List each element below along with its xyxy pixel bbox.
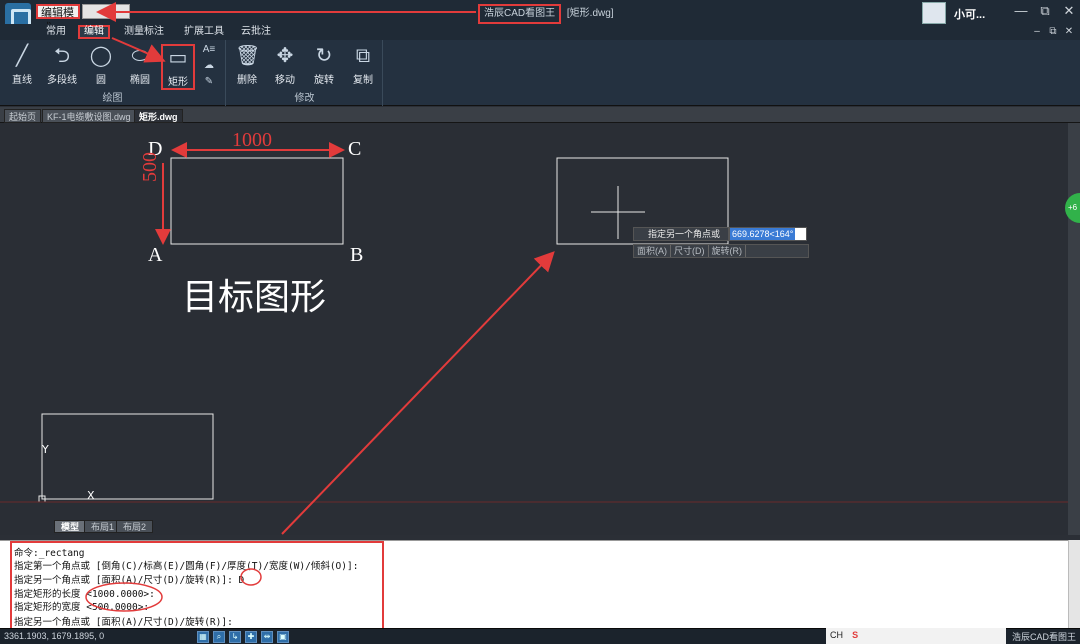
cursor-coordinates: 3361.1903, 1679.1895, 0 bbox=[4, 631, 105, 641]
target-caption: 目标图形 bbox=[182, 277, 327, 318]
line-icon: ╱ bbox=[15, 45, 29, 67]
polyline-icon: ⮌ bbox=[53, 45, 71, 67]
cloud-icon[interactable]: ☁ bbox=[202, 60, 216, 72]
ucs-frame bbox=[41, 413, 214, 500]
ime-indicator[interactable]: CH bbox=[830, 630, 843, 640]
text-icon[interactable]: A≡ bbox=[202, 44, 216, 56]
option-dimensions[interactable]: 尺寸(D) bbox=[671, 245, 709, 257]
window-title: 浩辰CAD看图王 [矩形.dwg] bbox=[478, 4, 614, 24]
label-c: C bbox=[348, 138, 362, 160]
vertical-scrollbar[interactable] bbox=[1068, 123, 1080, 535]
dynamic-options: 面积(A) 尺寸(D) 旋转(R) bbox=[633, 244, 809, 258]
tab-extend-tools[interactable]: 扩展工具 bbox=[180, 25, 228, 39]
app-name: 浩辰CAD看图王 bbox=[478, 4, 562, 24]
minimize-button[interactable]: — bbox=[1012, 3, 1030, 19]
ribbon-tabs: 常用 编辑 测量标注 扩展工具 云批注 – ⧉ ✕ bbox=[0, 24, 1080, 40]
ellipse-tool-button[interactable]: ⬭ 椭圆 bbox=[121, 44, 159, 88]
cad-viewer-app: 编辑模式 浩辰CAD看图王 [矩形.dwg] 小可... — ⧉ ✕ 常用 编辑… bbox=[0, 0, 1080, 644]
trash-icon: 🗑 bbox=[235, 45, 261, 67]
length-dimension-text: 1000 bbox=[232, 129, 272, 151]
ortho-icon[interactable]: ✚ bbox=[245, 631, 257, 643]
rotate-tool-button[interactable]: ↻ 旋转 bbox=[305, 44, 343, 88]
mode-selector[interactable]: 编辑模式 bbox=[36, 4, 80, 34]
restore-button[interactable]: ⧉ bbox=[1036, 3, 1054, 19]
doc-tab-rectangle[interactable]: 矩形.dwg bbox=[134, 109, 183, 123]
option-rotate[interactable]: 旋转(R) bbox=[709, 245, 746, 257]
title-bar: 编辑模式 浩辰CAD看图王 [矩形.dwg] 小可... — ⧉ ✕ bbox=[0, 0, 1080, 34]
grid-toggle-icon[interactable]: ▦ bbox=[197, 631, 209, 643]
ellipse-icon: ⬭ bbox=[131, 45, 149, 67]
close-button[interactable]: ✕ bbox=[1060, 3, 1078, 19]
copy-icon: ⧉ bbox=[355, 45, 371, 67]
snap-icon[interactable]: ↳ bbox=[229, 631, 241, 643]
prompt-text: 指定另一个角点或 bbox=[648, 229, 721, 239]
layout-tab-model[interactable]: 模型 bbox=[54, 520, 87, 533]
status-app-name: 浩辰CAD看图王 bbox=[1012, 632, 1077, 642]
modify-panel: 🗑 删除 ✥ 移动 ↻ 旋转 ⧉ 复制 修改 bbox=[227, 40, 383, 106]
ucs-x-label: X bbox=[87, 489, 95, 502]
delete-tool-button[interactable]: 🗑 删除 bbox=[228, 44, 266, 88]
mode-dropdown[interactable] bbox=[82, 4, 130, 19]
rotate-icon: ↻ bbox=[315, 45, 333, 67]
label-b: B bbox=[350, 244, 364, 266]
layout-tab-2[interactable]: 布局2 bbox=[116, 520, 154, 533]
circle-icon: ◯ bbox=[89, 45, 113, 67]
option-area[interactable]: 面积(A) bbox=[634, 245, 671, 257]
rectangle-tool-button[interactable]: ▭ 矩形 bbox=[161, 44, 195, 90]
move-icon: ✥ bbox=[276, 45, 294, 67]
line-tool-button[interactable]: ╱ 直线 bbox=[3, 44, 41, 88]
dynamic-input-value[interactable]: 669.6278<164° bbox=[730, 228, 796, 240]
sketch-icon[interactable]: ✎ bbox=[202, 76, 216, 88]
zoom-icon[interactable]: ⌕ bbox=[213, 631, 225, 643]
user-avatar[interactable] bbox=[922, 2, 946, 24]
user-name[interactable]: 小可... bbox=[954, 6, 985, 22]
osnap-icon[interactable]: ▣ bbox=[277, 631, 289, 643]
ucs-y-label: Y bbox=[42, 443, 49, 456]
polyline-tool-button[interactable]: ⮌ 多段线 bbox=[43, 44, 81, 88]
tab-cloud-annotate[interactable]: 云批注 bbox=[237, 25, 275, 39]
draw-panel-title: 绘图 bbox=[102, 93, 123, 104]
modify-panel-title: 修改 bbox=[294, 93, 315, 104]
command-highlight-frame bbox=[10, 541, 384, 630]
polar-icon[interactable]: ⇹ bbox=[261, 631, 273, 643]
system-tray: CH S bbox=[826, 628, 1006, 644]
dynamic-prompt: 指定另一个角点或 bbox=[633, 227, 729, 241]
doc-tab-kf1[interactable]: KF-1电缆敷设图.dwg bbox=[42, 109, 136, 123]
sogou-icon[interactable]: S bbox=[852, 630, 858, 640]
doc-close-button[interactable]: ✕ bbox=[1060, 25, 1078, 39]
move-tool-button[interactable]: ✥ 移动 bbox=[266, 44, 304, 88]
ribbon: ╱ 直线 ⮌ 多段线 ◯ 圆 ⬭ 椭圆 ▭ 矩形 A≡ ☁ ✎ 绘图 🗑 删除 … bbox=[0, 40, 1080, 106]
canvas-graphics bbox=[0, 142, 1068, 503]
command-scrollbar[interactable] bbox=[1068, 540, 1080, 628]
dynamic-input-field[interactable]: 669.6278<164° bbox=[729, 227, 807, 241]
tab-measure[interactable]: 测量标注 bbox=[120, 25, 168, 39]
doc-tab-start[interactable]: 起始页 bbox=[4, 109, 42, 123]
circle-tool-button[interactable]: ◯ 圆 bbox=[82, 44, 120, 88]
copy-tool-button[interactable]: ⧉ 复制 bbox=[344, 44, 382, 88]
document-name: [矩形.dwg] bbox=[566, 8, 614, 19]
document-tabs: 起始页 KF-1电缆敷设图.dwg 矩形.dwg bbox=[0, 107, 1080, 123]
layout-tabs: 模型 布局1 布局2 bbox=[0, 519, 1068, 534]
drawing-canvas[interactable] bbox=[0, 123, 1068, 535]
target-rectangle bbox=[170, 157, 344, 245]
draw-panel: ╱ 直线 ⮌ 多段线 ◯ 圆 ⬭ 椭圆 ▭ 矩形 A≡ ☁ ✎ 绘图 bbox=[0, 40, 226, 106]
label-a: A bbox=[148, 244, 163, 266]
rectangle-icon: ▭ bbox=[168, 47, 188, 69]
width-dimension-text: 500 bbox=[139, 152, 161, 182]
tab-edit[interactable]: 编辑 bbox=[78, 25, 110, 39]
tab-common[interactable]: 常用 bbox=[42, 25, 70, 39]
